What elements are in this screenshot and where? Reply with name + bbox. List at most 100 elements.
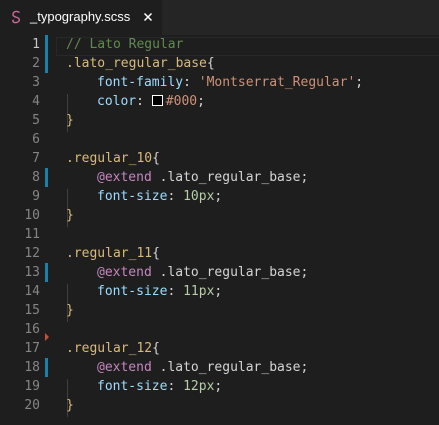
- color-swatch[interactable]: [151, 95, 163, 106]
- code-line-11: 11: [0, 225, 439, 244]
- tab-bar: _typography.scss: [0, 0, 439, 35]
- value: #000: [165, 94, 198, 109]
- line-number: 17: [24, 341, 40, 356]
- value: 11px: [183, 284, 215, 299]
- git-modified-marker: [45, 168, 48, 187]
- code-line-9: 9 font-size: 10px;: [0, 187, 439, 206]
- editor-window: _typography.scss 1 // Lato Regular 2 .la…: [0, 0, 439, 425]
- line-number: 20: [24, 398, 40, 413]
- code-text: // Lato Regular: [66, 35, 183, 54]
- line-number: 19: [24, 379, 40, 394]
- line-number: 4: [32, 94, 40, 109]
- line-number: 8: [32, 170, 40, 185]
- comment: // Lato Regular: [66, 37, 184, 52]
- code-line-18: 18 @extend .lato_regular_base;: [0, 358, 439, 377]
- separator: :: [136, 94, 152, 109]
- tab-typography-scss[interactable]: _typography.scss: [0, 0, 162, 35]
- code-text: .regular_10{: [66, 149, 160, 168]
- code-line-1: 1 // Lato Regular: [0, 35, 439, 54]
- code-line-17: 17 .regular_12{: [0, 339, 439, 358]
- tab-label: _typography.scss: [30, 9, 131, 24]
- code-line-7: 7 .regular_10{: [0, 149, 439, 168]
- line-number: 5: [32, 113, 40, 128]
- property: color: [97, 94, 137, 109]
- git-modified-marker: [45, 358, 48, 377]
- brace: {: [152, 151, 160, 166]
- extend-target: .lato_regular_base;: [151, 170, 309, 185]
- code-text: }: [66, 396, 74, 415]
- line-number: 6: [32, 132, 40, 147]
- code-line-10: 10 }: [0, 206, 439, 225]
- line-number: 13: [24, 265, 40, 280]
- git-modified-marker: [45, 263, 48, 282]
- extend-target: .lato_regular_base;: [151, 360, 309, 375]
- code-line-13: 13 @extend .lato_regular_base;: [0, 263, 439, 282]
- line-number: 16: [24, 322, 40, 337]
- separator: :: [167, 379, 184, 394]
- code-line-3: 3 font-family: 'Montserrat_Regular';: [0, 73, 439, 92]
- code-text: @extend .lato_regular_base;: [97, 263, 308, 282]
- sass-icon: [12, 10, 21, 24]
- line-number: 9: [32, 189, 40, 204]
- keyword: @extend: [97, 360, 152, 375]
- close-icon[interactable]: [142, 11, 154, 23]
- code-line-15: 15 }: [0, 301, 439, 320]
- brace: }: [66, 398, 74, 413]
- code-text: font-family: 'Montserrat_Regular';: [97, 73, 363, 92]
- code-line-2: 2 .lato_regular_base{: [0, 54, 439, 73]
- selector: .regular_11: [66, 246, 153, 261]
- git-modified-marker: [45, 54, 48, 73]
- separator: :: [167, 284, 184, 299]
- separator: :: [183, 75, 199, 90]
- code-line-6: 6: [0, 130, 439, 149]
- line-number: 15: [24, 303, 40, 318]
- line-number: 2: [32, 56, 40, 71]
- git-modified-marker: [45, 35, 48, 54]
- brace: }: [66, 303, 74, 318]
- selector: .lato_regular_base: [66, 56, 207, 71]
- code-text: }: [66, 206, 74, 225]
- code-text: }: [66, 111, 74, 130]
- selector: .regular_10: [66, 151, 153, 166]
- code-text: font-size: 12px;: [97, 377, 222, 396]
- extend-target: .lato_regular_base;: [151, 265, 309, 280]
- property: font-size: [97, 379, 168, 394]
- code-text: .regular_11{: [66, 244, 160, 263]
- code-text: font-size: 11px;: [97, 282, 222, 301]
- semicolon: ;: [214, 379, 223, 394]
- code-line-8: 8 @extend .lato_regular_base;: [0, 168, 439, 187]
- keyword: @extend: [97, 170, 152, 185]
- line-number: 3: [32, 75, 40, 90]
- code-line-19: 19 font-size: 12px;: [0, 377, 439, 396]
- property: font-size: [97, 284, 168, 299]
- code-text: @extend .lato_regular_base;: [97, 358, 308, 377]
- value: 12px: [183, 379, 215, 394]
- value: 'Montserrat_Regular': [198, 75, 356, 90]
- semicolon: ;: [355, 75, 364, 90]
- semicolon: ;: [197, 94, 205, 109]
- line-number: 1: [32, 37, 40, 52]
- brace: }: [66, 113, 74, 128]
- code-line-4: 4 color: #000;: [0, 92, 439, 111]
- code-text: color: #000;: [97, 92, 205, 111]
- semicolon: ;: [214, 284, 223, 299]
- property: font-family: [97, 75, 184, 90]
- code-line-12: 12 .regular_11{: [0, 244, 439, 263]
- code-line-14: 14 font-size: 11px;: [0, 282, 439, 301]
- value: 10px: [183, 189, 215, 204]
- code-line-20: 20 }: [0, 396, 439, 415]
- code-text: .regular_12{: [66, 339, 160, 358]
- separator: :: [167, 189, 184, 204]
- line-number: 12: [24, 246, 40, 261]
- code-line-5: 5 }: [0, 111, 439, 130]
- code-text: .lato_regular_base{: [66, 54, 215, 73]
- line-number: 14: [24, 284, 40, 299]
- line-number: 7: [32, 151, 40, 166]
- code-line-16: 16: [0, 320, 439, 341]
- keyword: @extend: [97, 265, 152, 280]
- semicolon: ;: [214, 189, 223, 204]
- code-text: }: [66, 301, 74, 320]
- code-editor[interactable]: 1 // Lato Regular 2 .lato_regular_base{ …: [0, 35, 439, 425]
- code-text: font-size: 10px;: [97, 187, 222, 206]
- line-number: 18: [24, 360, 40, 375]
